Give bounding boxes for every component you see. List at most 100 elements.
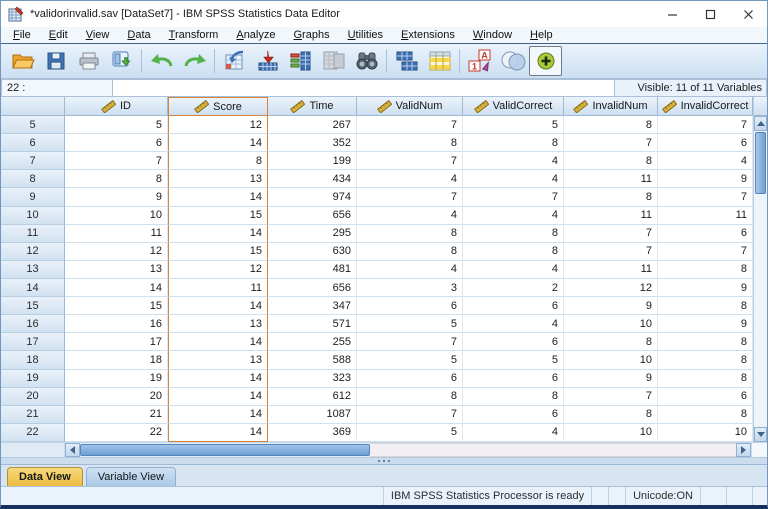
cell-invalidcorrect-case20[interactable]: 6 <box>658 388 753 406</box>
cell-invalidnum-case12[interactable]: 7 <box>564 243 658 261</box>
cell-time-case10[interactable]: 656 <box>268 207 357 225</box>
cell-score-case9[interactable]: 14 <box>168 188 268 206</box>
cell-validnum-case14[interactable]: 3 <box>357 279 463 297</box>
goto-case-button[interactable] <box>218 46 251 76</box>
cell-time-case13[interactable]: 481 <box>268 261 357 279</box>
column-header-validnum[interactable]: ValidNum <box>357 97 463 116</box>
menu-utilities[interactable]: Utilities <box>339 28 392 42</box>
cell-time-case19[interactable]: 323 <box>268 370 357 388</box>
scroll-right-button[interactable] <box>736 443 751 457</box>
cell-validnum-case22[interactable]: 5 <box>357 424 463 442</box>
menu-data[interactable]: Data <box>118 28 159 42</box>
cell-validcorrect-case21[interactable]: 6 <box>463 406 564 424</box>
cell-validnum-case21[interactable]: 7 <box>357 406 463 424</box>
cell-validcorrect-case13[interactable]: 4 <box>463 261 564 279</box>
menu-transform[interactable]: Transform <box>160 28 228 42</box>
cell-invalidnum-case17[interactable]: 8 <box>564 333 658 351</box>
row-header-21[interactable]: 21 <box>1 406 65 424</box>
cell-id-case18[interactable]: 18 <box>65 351 168 369</box>
row-header-9[interactable]: 9 <box>1 188 65 206</box>
menu-graphs[interactable]: Graphs <box>284 28 338 42</box>
maximize-button[interactable] <box>691 1 729 27</box>
cell-validcorrect-case17[interactable]: 6 <box>463 333 564 351</box>
cell-score-case8[interactable]: 13 <box>168 170 268 188</box>
cell-invalidcorrect-case15[interactable]: 8 <box>658 297 753 315</box>
cell-id-case22[interactable]: 22 <box>65 424 168 442</box>
menu-view[interactable]: View <box>77 28 119 42</box>
cell-validcorrect-case16[interactable]: 4 <box>463 315 564 333</box>
cell-time-case8[interactable]: 434 <box>268 170 357 188</box>
select-cases-button[interactable] <box>423 46 456 76</box>
cell-invalidnum-case21[interactable]: 8 <box>564 406 658 424</box>
use-variable-sets-button[interactable] <box>496 46 529 76</box>
row-header-13[interactable]: 13 <box>1 261 65 279</box>
row-header-17[interactable]: 17 <box>1 333 65 351</box>
undo-button[interactable] <box>145 46 178 76</box>
menu-help[interactable]: Help <box>521 28 562 42</box>
cell-validcorrect-case22[interactable]: 4 <box>463 424 564 442</box>
cell-validcorrect-case11[interactable]: 8 <box>463 225 564 243</box>
cell-time-case6[interactable]: 352 <box>268 134 357 152</box>
cell-invalidcorrect-case21[interactable]: 8 <box>658 406 753 424</box>
cell-validnum-case9[interactable]: 7 <box>357 188 463 206</box>
cell-score-case14[interactable]: 11 <box>168 279 268 297</box>
cell-time-case16[interactable]: 571 <box>268 315 357 333</box>
cell-validnum-case5[interactable]: 7 <box>357 116 463 134</box>
tab-variable-view[interactable]: Variable View <box>86 467 176 486</box>
cell-validnum-case17[interactable]: 7 <box>357 333 463 351</box>
vertical-scrollbar[interactable] <box>753 97 767 442</box>
cell-invalidcorrect-case5[interactable]: 7 <box>658 116 753 134</box>
column-header-invalidcorrect[interactable]: InvalidCorrect <box>658 97 753 116</box>
cell-time-case20[interactable]: 612 <box>268 388 357 406</box>
cell-invalidcorrect-case16[interactable]: 9 <box>658 315 753 333</box>
cell-validcorrect-case10[interactable]: 4 <box>463 207 564 225</box>
cell-time-case18[interactable]: 588 <box>268 351 357 369</box>
column-header-validcorrect[interactable]: ValidCorrect <box>463 97 564 116</box>
cell-validcorrect-case19[interactable]: 6 <box>463 370 564 388</box>
minimize-button[interactable] <box>653 1 691 27</box>
scroll-left-button[interactable] <box>65 443 80 457</box>
cell-id-case10[interactable]: 10 <box>65 207 168 225</box>
row-header-16[interactable]: 16 <box>1 315 65 333</box>
cell-invalidnum-case8[interactable]: 11 <box>564 170 658 188</box>
cell-invalidnum-case22[interactable]: 10 <box>564 424 658 442</box>
cell-invalidnum-case16[interactable]: 10 <box>564 315 658 333</box>
cell-score-case22[interactable]: 14 <box>168 424 268 442</box>
cell-time-case17[interactable]: 255 <box>268 333 357 351</box>
cell-validcorrect-case18[interactable]: 5 <box>463 351 564 369</box>
cell-invalidcorrect-case10[interactable]: 11 <box>658 207 753 225</box>
cell-time-case21[interactable]: 1087 <box>268 406 357 424</box>
cell-invalidnum-case5[interactable]: 8 <box>564 116 658 134</box>
cell-invalidnum-case14[interactable]: 12 <box>564 279 658 297</box>
horizontal-scroll-track[interactable] <box>370 443 736 457</box>
cell-score-case18[interactable]: 13 <box>168 351 268 369</box>
cell-validnum-case20[interactable]: 8 <box>357 388 463 406</box>
cell-score-case13[interactable]: 12 <box>168 261 268 279</box>
cell-invalidnum-case19[interactable]: 9 <box>564 370 658 388</box>
cell-validcorrect-case14[interactable]: 2 <box>463 279 564 297</box>
menu-extensions[interactable]: Extensions <box>392 28 464 42</box>
column-header-id[interactable]: ID <box>65 97 168 116</box>
row-header-15[interactable]: 15 <box>1 297 65 315</box>
redo-button[interactable] <box>178 46 211 76</box>
cell-id-case12[interactable]: 12 <box>65 243 168 261</box>
cell-invalidcorrect-case7[interactable]: 4 <box>658 152 753 170</box>
split-file-button[interactable] <box>390 46 423 76</box>
cell-validnum-case12[interactable]: 8 <box>357 243 463 261</box>
cell-invalidcorrect-case18[interactable]: 8 <box>658 351 753 369</box>
cell-time-case5[interactable]: 267 <box>268 116 357 134</box>
scroll-down-button[interactable] <box>754 427 767 442</box>
cell-invalidcorrect-case6[interactable]: 6 <box>658 134 753 152</box>
menu-analyze[interactable]: Analyze <box>227 28 284 42</box>
cell-time-case12[interactable]: 630 <box>268 243 357 261</box>
cell-score-case16[interactable]: 13 <box>168 315 268 333</box>
cell-id-case8[interactable]: 8 <box>65 170 168 188</box>
cell-invalidcorrect-case19[interactable]: 8 <box>658 370 753 388</box>
pane-splitter[interactable] <box>1 457 767 464</box>
horizontal-scrollbar[interactable] <box>1 442 767 457</box>
cell-invalidnum-case10[interactable]: 11 <box>564 207 658 225</box>
cell-id-case9[interactable]: 9 <box>65 188 168 206</box>
cell-invalidcorrect-case17[interactable]: 8 <box>658 333 753 351</box>
cell-invalidcorrect-case12[interactable]: 7 <box>658 243 753 261</box>
open-data-button[interactable] <box>6 46 39 76</box>
